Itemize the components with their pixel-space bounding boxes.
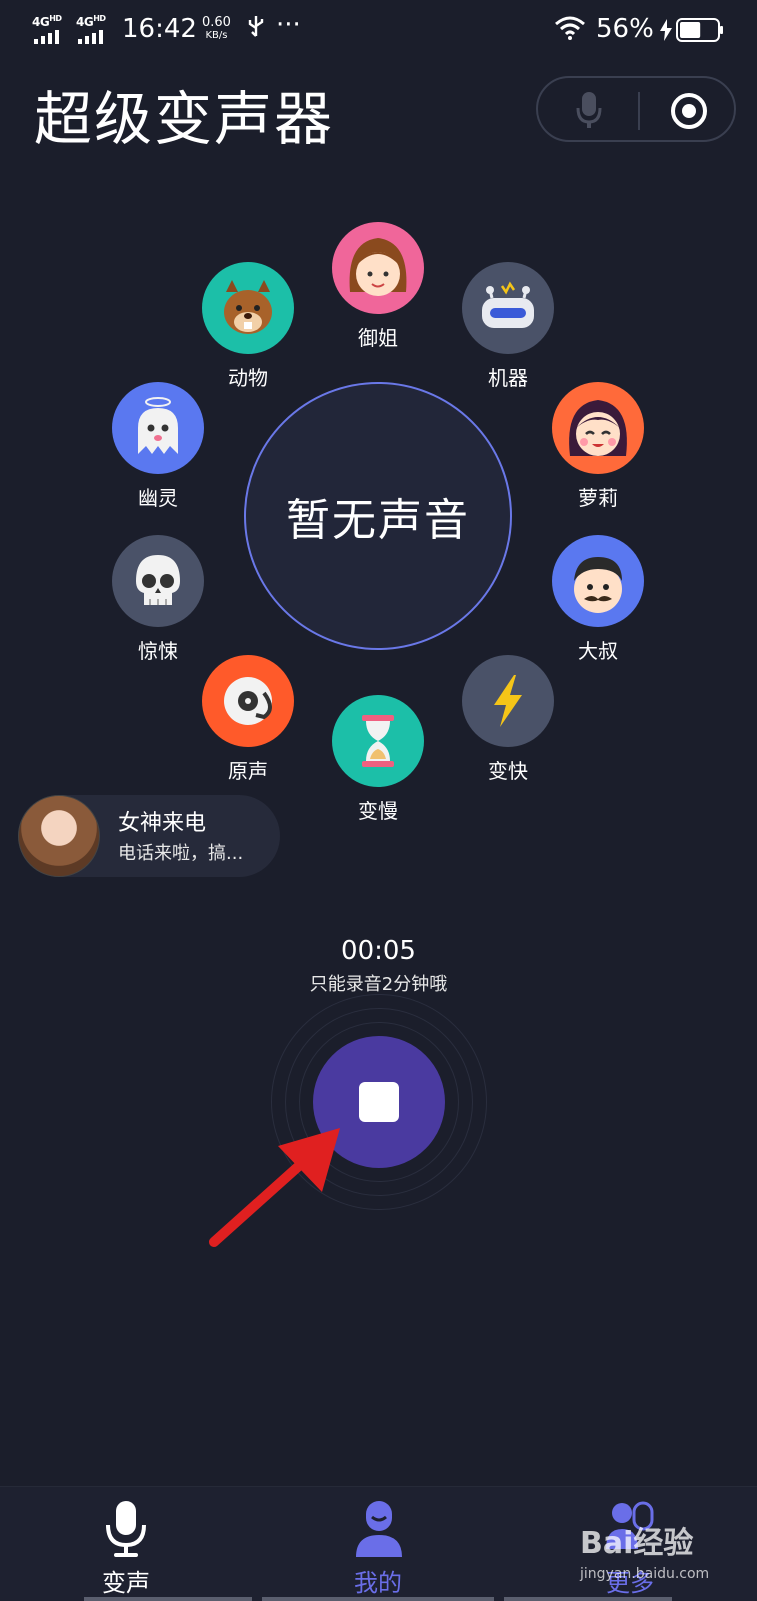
voice-option-loli[interactable]: 萝莉 bbox=[548, 382, 648, 511]
nav-tab-mine[interactable]: 我的 bbox=[252, 1487, 504, 1601]
voice-label: 大叔 bbox=[578, 639, 618, 663]
status-bar: 4GHD 4GHD 16:42 0.60 KB/s ··· 56% bbox=[0, 0, 757, 60]
charging-icon bbox=[660, 18, 672, 48]
wifi-icon bbox=[554, 16, 586, 47]
bubble-title: 女神来电 bbox=[118, 811, 207, 836]
voice-option-original[interactable]: 原声 bbox=[198, 655, 298, 784]
battery-percent: 56% bbox=[596, 14, 654, 44]
voice-option-slower[interactable]: 变慢 bbox=[328, 695, 428, 824]
voice-label: 原声 bbox=[228, 759, 268, 783]
capsule-divider bbox=[638, 92, 640, 130]
voice-option-uncle[interactable]: 大叔 bbox=[548, 535, 648, 664]
usb-icon bbox=[246, 14, 266, 47]
battery-icon bbox=[676, 18, 724, 49]
microphone-icon bbox=[106, 1501, 146, 1557]
nav-label: 变声 bbox=[102, 1569, 150, 1597]
nav-label: 我的 bbox=[354, 1569, 402, 1597]
voice-label: 动物 bbox=[228, 366, 268, 390]
sound-status-ring[interactable]: 暂无声音 bbox=[244, 382, 512, 650]
voice-option-yujie[interactable]: 御姐 bbox=[328, 222, 428, 351]
squirrel-icon bbox=[202, 262, 294, 354]
voice-label: 机器 bbox=[488, 366, 528, 390]
app-title: 超级变声器 bbox=[34, 85, 335, 153]
ghost-icon bbox=[112, 382, 204, 474]
voice-option-thriller[interactable]: 惊悚 bbox=[108, 535, 208, 664]
voice-option-faster[interactable]: 变快 bbox=[458, 655, 558, 784]
baidu-watermark: Bai经验 bbox=[580, 1526, 694, 1561]
nav-underline bbox=[84, 1597, 252, 1601]
person-icon bbox=[356, 1501, 402, 1557]
voice-label: 惊悚 bbox=[138, 639, 178, 663]
incoming-call-bubble[interactable]: 女神来电 电话来啦，搞... bbox=[18, 795, 280, 877]
woman-face-icon bbox=[332, 222, 424, 314]
more-notifications-icon: ··· bbox=[276, 10, 301, 40]
record-timer: 00:05 bbox=[341, 936, 416, 966]
bubble-subtitle: 电话来啦，搞... bbox=[118, 843, 244, 864]
record-limit-note: 只能录音2分钟哦 bbox=[309, 974, 448, 995]
nav-tab-voice-change[interactable]: 变声 bbox=[0, 1487, 252, 1601]
arrow-annotation bbox=[209, 1128, 340, 1247]
robot-icon bbox=[462, 262, 554, 354]
close-target-icon[interactable] bbox=[670, 92, 708, 134]
voice-option-ghost[interactable]: 幽灵 bbox=[108, 382, 208, 511]
microphone-icon[interactable] bbox=[574, 90, 604, 134]
hourglass-icon bbox=[332, 695, 424, 787]
avatar bbox=[18, 795, 100, 877]
mini-program-capsule bbox=[536, 76, 736, 142]
lightning-icon bbox=[462, 655, 554, 747]
girl-face-icon bbox=[552, 382, 644, 474]
voice-label: 变快 bbox=[488, 759, 528, 783]
clock: 16:42 bbox=[122, 14, 197, 44]
voice-label: 变慢 bbox=[358, 799, 398, 823]
voice-option-animal[interactable]: 动物 bbox=[198, 262, 298, 391]
skull-icon bbox=[112, 535, 204, 627]
voice-label: 萝莉 bbox=[578, 486, 618, 510]
network-speed: 0.60 KB/s bbox=[202, 15, 231, 41]
nav-underline bbox=[504, 1597, 672, 1601]
voice-label: 御姐 bbox=[358, 326, 398, 350]
voice-label: 幽灵 bbox=[138, 486, 178, 510]
voice-option-robot[interactable]: 机器 bbox=[458, 262, 558, 391]
sound-status-label: 暂无声音 bbox=[286, 495, 470, 546]
uncle-face-icon bbox=[552, 535, 644, 627]
stop-icon bbox=[359, 1082, 399, 1122]
baidu-watermark-url: jingyan.baidu.com bbox=[580, 1566, 710, 1582]
nav-underline bbox=[262, 1597, 494, 1601]
turntable-icon bbox=[202, 655, 294, 747]
